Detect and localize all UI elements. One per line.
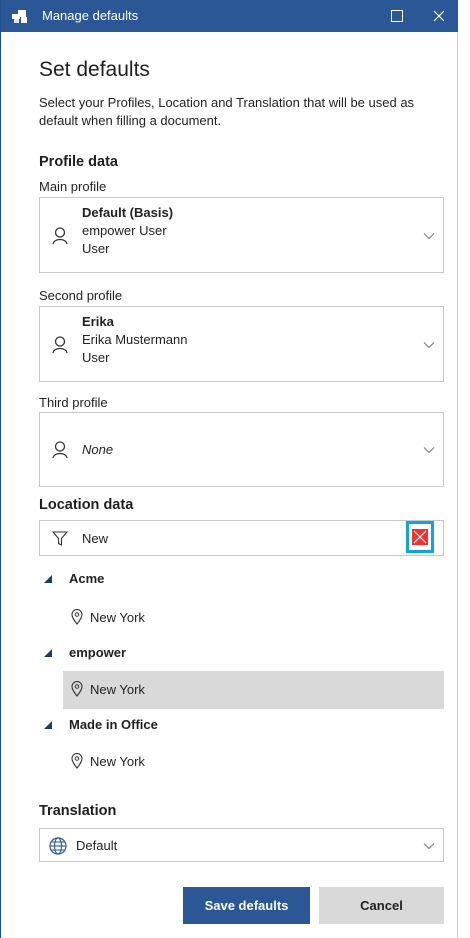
location-name: New York [90, 754, 145, 769]
second-profile-role: User [82, 350, 110, 365]
chevron-down-icon [423, 843, 435, 850]
main-profile-name: Default (Basis) [82, 205, 174, 220]
title-bar: Manage defaults [1, 0, 458, 32]
filter-icon [52, 531, 68, 546]
collapse-triangle-icon [44, 575, 52, 583]
person-icon [52, 441, 68, 459]
location-filter-input[interactable]: New [39, 520, 444, 556]
person-icon [52, 227, 68, 245]
maximize-icon [391, 10, 403, 22]
main-profile-user: empower User [82, 223, 167, 238]
main-profile-label: Main profile [39, 179, 107, 194]
maximize-button[interactable] [381, 0, 413, 32]
main-profile-role: User [82, 241, 110, 256]
collapse-triangle-icon [44, 721, 52, 729]
globe-icon [49, 837, 67, 855]
group-name: empower [69, 645, 127, 660]
location-pin-icon [71, 753, 83, 769]
page-description: Select your Profiles, Location and Trans… [39, 95, 415, 128]
chevron-down-icon [423, 342, 435, 349]
save-defaults-button[interactable]: Save defaults [183, 887, 310, 924]
location-pin-icon [71, 681, 83, 697]
cancel-button[interactable]: Cancel [319, 887, 444, 924]
third-profile-value: None [82, 442, 114, 457]
second-profile-user: Erika Mustermann [82, 332, 188, 347]
window-title: Manage defaults [42, 8, 139, 23]
second-profile-select[interactable]: Erika Erika Mustermann User [39, 306, 444, 382]
chevron-down-icon [423, 233, 435, 240]
translation-heading: Translation [39, 803, 117, 819]
collapse-triangle-icon [44, 649, 52, 657]
second-profile-name: Erika [82, 314, 114, 329]
page-title: Set defaults [39, 58, 150, 81]
translation-value: Default [76, 838, 118, 853]
person-icon [52, 336, 68, 354]
group-name: Acme [69, 571, 105, 586]
clear-filter-button[interactable] [406, 521, 434, 553]
clear-icon [412, 529, 428, 545]
location-name: New York [90, 610, 145, 625]
third-profile-select[interactable]: None [39, 412, 444, 487]
main-profile-select[interactable]: Default (Basis) empower User User [39, 197, 444, 273]
manage-defaults-window: Manage defaults Set defaults Select your… [0, 0, 458, 938]
group-name: Made in Office [69, 717, 158, 732]
chevron-down-icon [423, 447, 435, 454]
close-icon [433, 10, 445, 22]
location-item[interactable]: New York [63, 743, 444, 781]
third-profile-label: Third profile [39, 395, 108, 410]
app-icon [12, 10, 27, 23]
profile-data-heading: Profile data [39, 154, 118, 170]
second-profile-label: Second profile [39, 288, 123, 303]
filter-text: New [82, 531, 109, 546]
location-pin-icon [71, 609, 83, 625]
location-item[interactable]: New York [63, 599, 444, 637]
translation-select[interactable]: Default [39, 828, 444, 862]
location-item-selected[interactable]: New York [63, 671, 444, 709]
location-name: New York [90, 682, 145, 697]
location-data-heading: Location data [39, 497, 134, 513]
close-button[interactable] [423, 0, 455, 32]
